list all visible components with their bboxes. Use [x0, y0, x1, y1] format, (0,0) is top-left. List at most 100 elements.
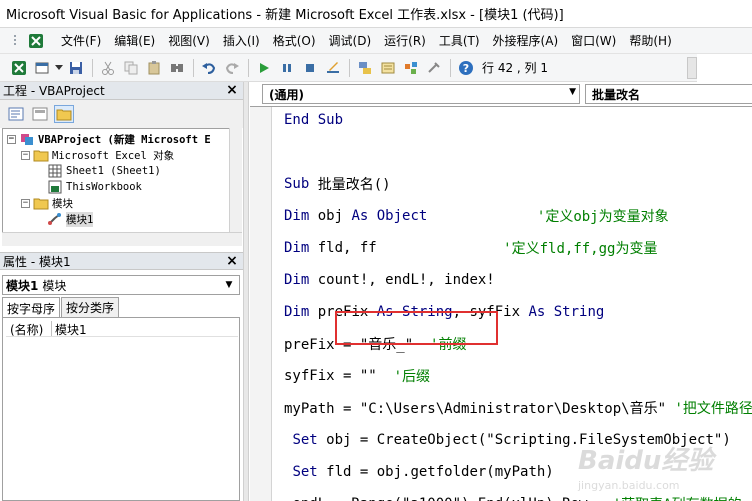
toolbox-icon[interactable] — [423, 57, 445, 79]
tree-item-excel-objects[interactable]: − Microsoft Excel 对象 — [21, 147, 174, 163]
properties-title: 属性 - 模块1 — [3, 254, 71, 269]
stop-icon[interactable] — [299, 57, 321, 79]
collapse-icon[interactable]: − — [21, 198, 30, 208]
menu-bar: 文件(F) 编辑(E) 视图(V) 插入(I) 格式(O) 调试(D) 运行(R… — [0, 28, 752, 54]
cursor-position: 行 42 , 列 1 — [482, 61, 548, 75]
code-comment: '后缀 — [393, 369, 431, 385]
tree-item-module1[interactable]: 模块1 — [47, 211, 94, 227]
view-excel-icon[interactable] — [8, 57, 30, 79]
undo-icon[interactable] — [198, 57, 220, 79]
menu-addins[interactable]: 外接程序(A) — [493, 32, 559, 49]
tab-categorized[interactable]: 按分类序 — [61, 297, 120, 317]
code-line[interactable]: myPath = "C:\Users\Administrator\Desktop… — [284, 397, 752, 419]
code-keyword: End Sub — [284, 112, 344, 128]
project-explorer-toolbar — [0, 100, 243, 128]
vbaproject-icon — [19, 132, 35, 146]
property-value[interactable]: 模块1 — [52, 321, 87, 337]
close-icon[interactable]: × — [224, 82, 240, 98]
menu-debug[interactable]: 调试(D) — [329, 32, 372, 49]
menu-edit[interactable]: 编辑(E) — [114, 32, 155, 49]
project-explorer-header: 工程 - VBAProject × — [0, 82, 243, 100]
pause-icon[interactable] — [276, 57, 298, 79]
menu-window[interactable]: 窗口(W) — [571, 32, 616, 49]
selected-object-type: 模块 — [42, 278, 67, 293]
save-icon[interactable] — [65, 57, 87, 79]
dropdown-arrow-icon[interactable] — [54, 57, 64, 79]
workbook-icon — [47, 180, 63, 194]
menu-insert[interactable]: 插入(I) — [223, 32, 260, 49]
tree-item-vbaproject[interactable]: − VBAProject (新建 Microsoft E — [7, 131, 211, 147]
excel-menu-icon[interactable] — [8, 33, 48, 49]
redo-icon[interactable] — [221, 57, 243, 79]
excel-icon — [28, 33, 44, 49]
code-text: endL = Range("a1000").End(xlUp).Row — [284, 496, 613, 501]
code-text: fld = obj.getfolder(myPath) — [317, 464, 554, 480]
tree-item-thisworkbook[interactable]: ThisWorkbook — [47, 179, 142, 195]
object-browser-icon[interactable] — [400, 57, 422, 79]
tree-item-sheet1[interactable]: Sheet1 (Sheet1) — [47, 163, 161, 179]
property-row[interactable]: (名称) 模块1 — [6, 321, 238, 337]
property-key: (名称) — [6, 321, 52, 337]
code-line[interactable]: End Sub — [284, 109, 343, 131]
code-line[interactable]: Sub 批量改名() — [284, 173, 391, 195]
tab-alphabetic[interactable]: 按字母序 — [2, 297, 61, 318]
chevron-down-icon[interactable]: ▼ — [569, 87, 576, 97]
paste-icon[interactable] — [143, 57, 165, 79]
toolbar-overflow-button[interactable] — [687, 57, 697, 79]
tree-vertical-scrollbar[interactable] — [229, 128, 242, 232]
run-icon[interactable] — [253, 57, 275, 79]
object-combo[interactable]: (通用) ▼ — [262, 84, 580, 104]
procedure-combo[interactable]: 批量改名 — [585, 84, 752, 104]
find-icon[interactable] — [166, 57, 188, 79]
menu-format[interactable]: 格式(O) — [273, 32, 316, 49]
toolbar-separator — [349, 58, 350, 77]
toolbar-separator — [248, 58, 249, 77]
code-line[interactable]: syfFix = "" '后缀 — [284, 365, 430, 387]
highlight-annotation — [335, 311, 498, 345]
pane-splitter[interactable] — [243, 82, 249, 501]
grip-icon — [8, 33, 24, 49]
code-text: 批量改名() — [309, 177, 391, 193]
project-tree: − VBAProject (新建 Microsoft E − Microsoft… — [2, 128, 242, 246]
code-keyword: Dim — [284, 304, 310, 320]
title-bar: Microsoft Visual Basic for Applications … — [0, 0, 752, 28]
code-text: myPath = "C:\Users\Administrator\Desktop… — [284, 401, 675, 417]
collapse-icon[interactable]: − — [21, 150, 30, 160]
toolbar-separator — [450, 58, 451, 77]
collapse-icon[interactable]: − — [7, 134, 16, 144]
code-line[interactable]: Set fld = obj.getfolder(myPath) — [284, 461, 554, 483]
cut-icon[interactable] — [97, 57, 119, 79]
help-icon[interactable]: ? — [455, 57, 477, 79]
close-icon[interactable]: × — [224, 253, 240, 269]
menu-file[interactable]: 文件(F) — [61, 32, 101, 49]
chevron-down-icon[interactable]: ▼ — [221, 277, 237, 293]
properties-grid: (名称) 模块1 — [2, 317, 240, 501]
code-line[interactable]: Dim fld, ff '定义fld,ff,gg为变量 — [284, 237, 657, 259]
copy-icon[interactable] — [120, 57, 142, 79]
code-keyword: As Object — [351, 208, 428, 224]
worksheet-icon — [47, 164, 63, 178]
toggle-folders-icon[interactable] — [54, 105, 74, 123]
code-line[interactable]: Dim obj As Object '定义obj为变量对象 — [284, 205, 669, 227]
menu-help[interactable]: 帮助(H) — [629, 32, 671, 49]
view-code-icon[interactable] — [6, 105, 26, 123]
toolbar-separator — [193, 58, 194, 77]
code-line[interactable]: Dim count!, endL!, index! — [284, 269, 495, 291]
code-text: syfFix = "" — [284, 368, 394, 384]
design-mode-icon[interactable] — [322, 57, 344, 79]
menu-view[interactable]: 视图(V) — [168, 32, 210, 49]
code-comment: '定义obj为变量对象 — [427, 209, 669, 225]
code-keyword: Dim — [284, 208, 310, 224]
insert-userform-icon[interactable] — [31, 57, 53, 79]
menu-run[interactable]: 运行(R) — [384, 32, 426, 49]
properties-object-select[interactable]: 模块1 模块 ▼ — [2, 275, 240, 295]
properties-window-icon[interactable] — [377, 57, 399, 79]
tree-item-modules[interactable]: − 模块 — [21, 195, 73, 211]
procedure-combo-value: 批量改名 — [592, 87, 641, 102]
code-text: obj — [309, 208, 352, 224]
project-explorer-icon[interactable] — [354, 57, 376, 79]
view-object-icon[interactable] — [30, 105, 50, 123]
menu-tools[interactable]: 工具(T) — [439, 32, 480, 49]
tree-horizontal-scrollbar[interactable] — [2, 232, 242, 246]
